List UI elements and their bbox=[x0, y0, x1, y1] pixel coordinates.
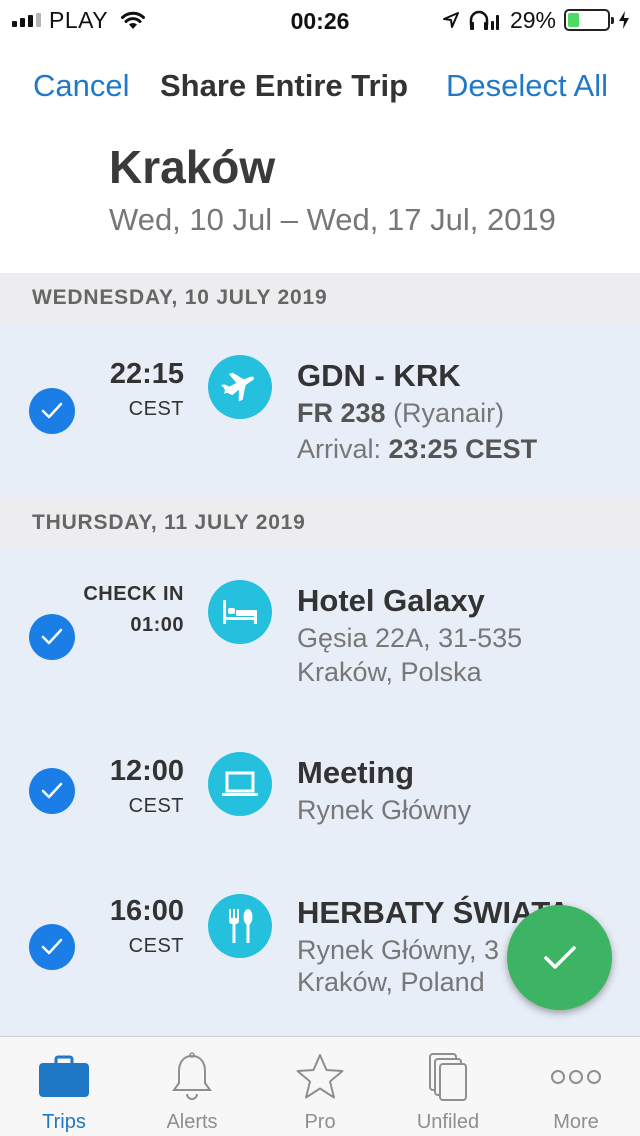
suitcase-icon bbox=[0, 1051, 128, 1103]
tab-trips[interactable]: Trips bbox=[0, 1037, 128, 1136]
item-time: 01:00 bbox=[130, 614, 184, 636]
navigation-bar: Cancel Share Entire Trip Deselect All bbox=[0, 62, 640, 110]
battery-icon bbox=[564, 9, 614, 31]
checkmark-icon bbox=[543, 945, 576, 969]
tab-label: Trips bbox=[42, 1111, 86, 1133]
item-address-line2: Kraków, Polska bbox=[297, 657, 482, 687]
tab-label: Unfiled bbox=[416, 1111, 480, 1133]
item-timezone: CEST bbox=[128, 795, 184, 817]
trip-title: Kraków bbox=[109, 141, 276, 193]
star-icon bbox=[256, 1051, 384, 1103]
battery-percent: 29% bbox=[509, 6, 556, 33]
laptop-icon bbox=[208, 752, 272, 816]
item-location: Rynek Główny bbox=[297, 795, 472, 825]
page-title: Share Entire Trip bbox=[160, 68, 409, 103]
tab-pro[interactable]: Pro bbox=[256, 1037, 384, 1136]
status-indicators: 29% bbox=[442, 6, 630, 33]
item-title: Meeting bbox=[297, 755, 415, 790]
bed-icon bbox=[208, 580, 272, 644]
airplane-icon bbox=[208, 355, 272, 419]
checkmark-icon bbox=[41, 402, 63, 419]
item-timezone: CEST bbox=[128, 935, 184, 957]
day-header-label: WEDNESDAY, 10 JULY 2019 bbox=[32, 286, 328, 309]
item-address-line1: Gęsia 22A, 31-535 bbox=[297, 623, 523, 653]
trip-item-flight[interactable]: 22:15 CEST GDN - KRK FR 238 (Ryanair) Ar… bbox=[0, 323, 640, 498]
cancel-button[interactable]: Cancel bbox=[33, 68, 130, 104]
trip-item-hotel[interactable]: CHECK IN 01:00 Hotel Galaxy Gęsia 22A, 3… bbox=[0, 548, 640, 708]
checkmark-icon bbox=[41, 628, 63, 645]
item-address-line2: Kraków, Poland bbox=[297, 967, 485, 997]
charging-bolt-icon bbox=[618, 10, 630, 30]
tab-label: More bbox=[553, 1111, 599, 1133]
headphones-icon bbox=[468, 9, 502, 31]
checkmark-icon bbox=[41, 938, 63, 955]
arrival-time: 23:25 CEST bbox=[388, 434, 538, 464]
flight-info: FR 238 (Ryanair) bbox=[297, 398, 504, 429]
tab-unfiled[interactable]: Unfiled bbox=[384, 1037, 512, 1136]
status-bar: PLAY 00:26 29% bbox=[0, 0, 640, 40]
confirm-share-button[interactable] bbox=[507, 905, 612, 1010]
checkmark-icon bbox=[41, 782, 63, 799]
tab-more[interactable]: More bbox=[512, 1037, 640, 1136]
item-title: Hotel Galaxy bbox=[297, 583, 485, 618]
more-dots-icon bbox=[512, 1051, 640, 1103]
tab-label: Alerts bbox=[166, 1111, 218, 1133]
selected-checkbox[interactable] bbox=[29, 924, 75, 970]
check-in-label: CHECK IN bbox=[83, 583, 184, 605]
selected-checkbox[interactable] bbox=[29, 388, 75, 434]
location-arrow-icon bbox=[442, 11, 460, 29]
tab-alerts[interactable]: Alerts bbox=[128, 1037, 256, 1136]
battery-level bbox=[568, 13, 580, 27]
item-title: GDN - KRK bbox=[297, 358, 461, 393]
item-address-line1: Rynek Główny, 3 bbox=[297, 935, 500, 965]
item-timezone: CEST bbox=[128, 398, 184, 420]
flight-number: FR 238 bbox=[297, 398, 386, 428]
arrival-label: Arrival: bbox=[297, 434, 382, 464]
airline-name: (Ryanair) bbox=[393, 398, 505, 428]
documents-icon bbox=[384, 1051, 512, 1103]
day-header-label: THURSDAY, 11 JULY 2019 bbox=[32, 511, 306, 534]
selected-checkbox[interactable] bbox=[29, 614, 75, 660]
trip-dates: Wed, 10 Jul – Wed, 17 Jul, 2019 bbox=[109, 202, 556, 237]
bell-icon bbox=[128, 1051, 256, 1103]
selected-checkbox[interactable] bbox=[29, 768, 75, 814]
item-time: 22:15 bbox=[109, 358, 184, 390]
deselect-all-button[interactable]: Deselect All bbox=[446, 68, 608, 104]
day-header: THURSDAY, 11 JULY 2019 bbox=[0, 498, 640, 548]
arrival-info: Arrival: 23:25 CEST bbox=[297, 434, 537, 465]
fork-spoon-icon bbox=[208, 894, 272, 958]
day-header: WEDNESDAY, 10 JULY 2019 bbox=[0, 273, 640, 323]
tab-bar: Trips Alerts Pro Unfiled More bbox=[0, 1036, 640, 1136]
item-time: 12:00 bbox=[109, 755, 184, 787]
tab-label: Pro bbox=[304, 1111, 336, 1133]
trip-item-meeting[interactable]: 12:00 CEST Meeting Rynek Główny bbox=[0, 718, 640, 858]
item-time: 16:00 bbox=[109, 895, 184, 927]
